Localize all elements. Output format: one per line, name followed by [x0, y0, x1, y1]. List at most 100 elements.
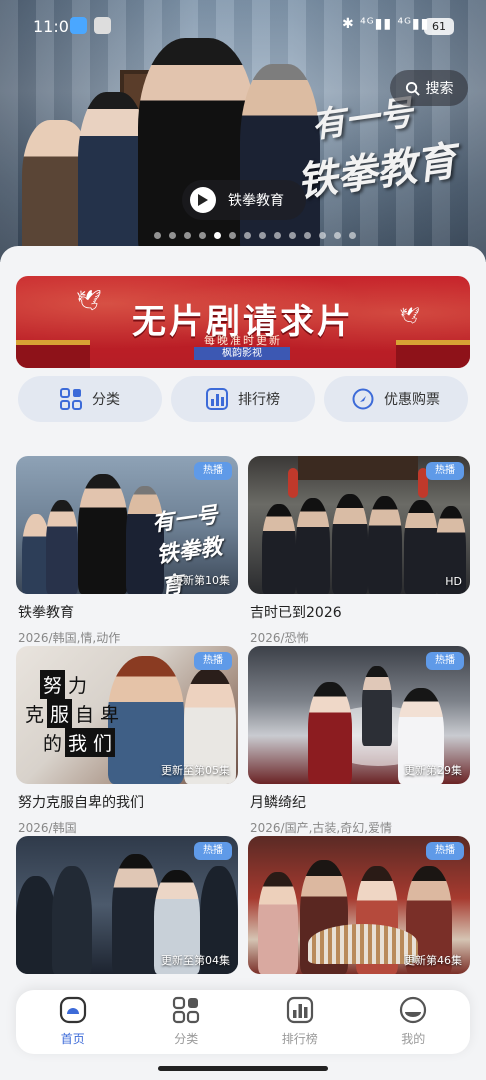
video-title[interactable]: 月鳞绮纪 — [250, 792, 470, 812]
quick-ranking-label: 排行榜 — [238, 392, 280, 408]
hot-badge: 热播 — [426, 462, 464, 480]
episode-status: 更新至第04集 — [161, 954, 230, 967]
video-poster[interactable]: 努力 克服自卑 的我们 热播 更新至第05集 — [16, 646, 238, 784]
nav-home[interactable]: 首页 — [16, 990, 130, 1054]
carousel-dot[interactable] — [289, 232, 296, 239]
episode-status: 更新第10集 — [172, 574, 230, 587]
video-card[interactable]: 有一号 铁拳教育 热播 更新第10集 铁拳教育 2026/韩国,情,动作 — [16, 456, 238, 646]
video-card[interactable]: 热播 HD 吉时已到2026 2026/恐怖 — [248, 456, 470, 646]
carousel-dot[interactable] — [154, 232, 161, 239]
video-meta: 2026/国产,古装,奇幻,爱情 — [250, 821, 393, 835]
carousel-dot[interactable] — [259, 232, 266, 239]
episode-status: 更新第46集 — [404, 954, 462, 967]
hero-play-button[interactable]: 铁拳教育 — [182, 180, 306, 220]
quick-ticket-label: 优惠购票 — [384, 392, 440, 408]
quality-label: HD — [445, 575, 462, 588]
hot-badge: 热播 — [194, 842, 232, 860]
carousel-dot[interactable] — [334, 232, 341, 239]
carousel-dot[interactable] — [184, 232, 191, 239]
video-title[interactable]: 铁拳教育 — [18, 602, 238, 622]
video-meta: 2026/韩国,情,动作 — [18, 631, 121, 645]
nav-category-label: 分类 — [174, 1032, 199, 1046]
poster-figure — [16, 876, 56, 974]
nav-profile[interactable]: 我的 — [357, 990, 471, 1054]
request-banner[interactable]: 🕊 🕊 无片剧请求片 每晚准时更新 枫韵影视 — [16, 276, 470, 368]
poster-title-art: 努力 克服自卑 的我们 — [22, 670, 122, 757]
bottom-nav: 首页 分类 排行榜 我的 — [16, 990, 470, 1054]
poster-figure — [258, 872, 298, 974]
home-icon — [59, 996, 86, 1024]
category-icon — [173, 996, 200, 1024]
carousel-dot[interactable] — [169, 232, 176, 239]
search-button[interactable]: 搜索 — [390, 70, 468, 106]
app-notification-icon — [70, 17, 87, 34]
carousel-indicator — [154, 232, 356, 239]
poster-figure — [296, 498, 330, 594]
carousel-dot[interactable] — [304, 232, 311, 239]
signal-icon: ✱ ⁴ᴳ▮▮ ⁴ᴳ▮▮ — [342, 16, 430, 32]
quick-category-button[interactable]: 分类 — [18, 376, 162, 422]
poster-figure — [368, 496, 402, 594]
search-label: 搜索 — [425, 81, 454, 97]
hot-badge: 热播 — [426, 652, 464, 670]
carousel-dot[interactable] — [274, 232, 281, 239]
poster-figure — [78, 474, 128, 594]
home-indicator[interactable] — [158, 1066, 328, 1071]
carousel-dot[interactable] — [229, 232, 236, 239]
status-bar: 11:06 ✱ ⁴ᴳ▮▮ ⁴ᴳ▮▮ 61 — [0, 12, 486, 40]
video-card[interactable]: 努力 克服自卑 的我们 热播 更新至第05集 努力克服自卑的我们 2026/韩国 — [16, 646, 238, 836]
user-notification-icon — [94, 17, 111, 34]
hero-actor — [138, 38, 256, 262]
lantern-icon — [288, 468, 298, 498]
video-poster[interactable]: 热播 更新至第04集 — [16, 836, 238, 974]
episode-status: 更新第29集 — [404, 764, 462, 777]
play-icon — [190, 187, 216, 213]
poster-figure — [362, 666, 392, 746]
banner-subtitle: 每晚准时更新 — [204, 334, 282, 347]
quick-actions: 分类 排行榜 优惠购票 — [18, 376, 468, 422]
episode-status: 更新至第05集 — [161, 764, 230, 777]
profile-icon — [400, 996, 427, 1024]
category-icon — [60, 388, 82, 410]
poster-figure — [308, 682, 352, 784]
video-title[interactable]: 吉时已到2026 — [250, 602, 470, 622]
carousel-dot[interactable] — [214, 232, 221, 239]
battery-icon: 61 — [424, 18, 454, 35]
video-card[interactable]: 热播 更新第29集 月鳞绮纪 2026/国产,古装,奇幻,爱情 — [248, 646, 470, 836]
poster-figure — [52, 866, 92, 974]
poster-figure — [262, 504, 296, 594]
video-meta: 2026/韩国 — [18, 821, 77, 835]
video-poster[interactable]: 热播 HD — [248, 456, 470, 594]
banner-brand: 枫韵影视 — [194, 347, 290, 360]
hot-badge: 热播 — [194, 462, 232, 480]
ranking-icon — [286, 996, 313, 1024]
poster-fan-decoration — [308, 924, 418, 964]
hero-play-label: 铁拳教育 — [228, 193, 284, 209]
carousel-dot[interactable] — [199, 232, 206, 239]
video-card[interactable]: 热播 更新至第04集 — [16, 836, 238, 974]
carousel-dot[interactable] — [319, 232, 326, 239]
poster-figure — [112, 854, 160, 974]
poster-figure — [46, 500, 78, 594]
nav-profile-label: 我的 — [401, 1032, 426, 1046]
nav-ranking[interactable]: 排行榜 — [243, 990, 357, 1054]
video-card[interactable]: 热播 更新第46集 — [248, 836, 470, 974]
hot-badge: 热播 — [426, 842, 464, 860]
poster-figure — [404, 500, 438, 594]
quick-ranking-button[interactable]: 排行榜 — [171, 376, 315, 422]
ticket-icon — [352, 388, 374, 410]
ranking-icon — [206, 388, 228, 410]
video-poster[interactable]: 热播 更新第29集 — [248, 646, 470, 784]
carousel-dot[interactable] — [244, 232, 251, 239]
video-poster[interactable]: 有一号 铁拳教育 热播 更新第10集 — [16, 456, 238, 594]
carousel-dot[interactable] — [349, 232, 356, 239]
video-meta: 2026/恐怖 — [250, 631, 309, 645]
quick-ticket-button[interactable]: 优惠购票 — [324, 376, 468, 422]
nav-ranking-label: 排行榜 — [281, 1032, 318, 1046]
video-poster[interactable]: 热播 更新第46集 — [248, 836, 470, 974]
nav-category[interactable]: 分类 — [130, 990, 244, 1054]
search-icon — [405, 81, 420, 96]
hot-badge: 热播 — [194, 652, 232, 670]
video-title[interactable]: 努力克服自卑的我们 — [18, 792, 238, 812]
poster-gate — [298, 456, 418, 480]
